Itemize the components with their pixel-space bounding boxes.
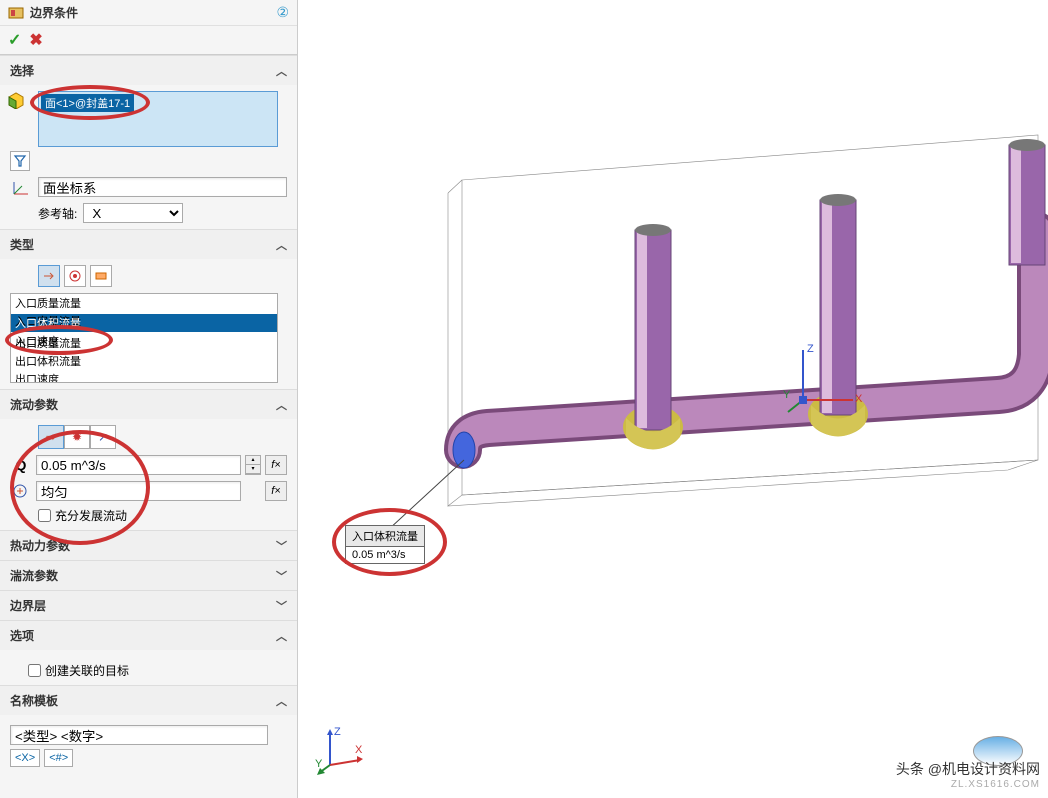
insert-type-token-button[interactable]: <X> (10, 749, 40, 767)
panel-title: 边界条件 (30, 4, 270, 21)
fx-button[interactable]: f× (265, 455, 287, 475)
fx-button[interactable]: f× (265, 481, 287, 501)
chevron-up-icon: ︿ (276, 237, 287, 253)
help-icon[interactable]: ② (276, 4, 289, 21)
section-name-header[interactable]: 名称模板 ︿ (0, 685, 297, 715)
type-item[interactable]: 出口速度 (11, 370, 277, 383)
svg-text:Y: Y (315, 758, 323, 770)
chevron-up-icon: ︿ (276, 63, 287, 79)
chevron-down-icon: ﹀ (276, 538, 287, 554)
view-triad[interactable]: Z X Y (315, 725, 365, 778)
flow-swirl-icon[interactable]: ✹ (64, 425, 90, 449)
flow-dir-normal-icon[interactable]: ⇨ (38, 425, 64, 449)
section-selection-header[interactable]: 选择 ︿ (0, 55, 297, 85)
flow-vector-icon[interactable]: ↗ (90, 425, 116, 449)
coord-system-input[interactable] (38, 177, 287, 197)
section-flow-header[interactable]: 流动参数 ︿ (0, 389, 297, 419)
q-label: Q (10, 457, 32, 473)
watermark: 头条 @机电设计资料网 ZL.XS1616.COM (896, 759, 1040, 790)
section-turb-header[interactable]: 湍流参数 ﹀ (0, 560, 297, 590)
selected-face[interactable]: 面<1>@封盖17-1 (41, 94, 134, 112)
section-bl-header[interactable]: 边界层 ﹀ (0, 590, 297, 620)
type-icon-wall[interactable] (90, 265, 112, 287)
section-type-header[interactable]: 类型 ︿ (0, 229, 297, 259)
type-item-selected[interactable]: 入口体积流量 (11, 314, 277, 332)
chevron-up-icon: ︿ (276, 693, 287, 709)
origin-axis-gizmo: Z X Y (783, 340, 863, 423)
ok-button[interactable]: ✓ (8, 30, 21, 50)
create-target-checkbox[interactable] (28, 664, 41, 677)
section-thermo-header[interactable]: 热动力参数 ﹀ (0, 530, 297, 560)
type-icon-flow[interactable] (38, 265, 60, 287)
svg-text:Z: Z (807, 343, 814, 355)
ref-axis-label: 参考轴: (38, 205, 77, 222)
profile-input[interactable] (36, 481, 241, 501)
svg-text:Y: Y (783, 389, 791, 401)
type-item[interactable]: 出口体积流量 (11, 352, 277, 370)
3d-viewport[interactable]: Z X Y (298, 0, 1048, 798)
type-item[interactable]: 出口质量流量 (11, 334, 277, 352)
bc-callout: 入口体积流量 0.05 m^3/s (345, 525, 425, 564)
uniform-icon (10, 482, 32, 500)
callout-value: 0.05 m^3/s (346, 547, 424, 563)
coord-system-icon (10, 178, 32, 196)
name-template-input[interactable] (10, 725, 268, 745)
flow-rate-input[interactable] (36, 455, 241, 475)
fully-developed-checkbox[interactable] (38, 509, 51, 522)
face-select-icon (6, 91, 26, 109)
callout-title: 入口体积流量 (346, 526, 424, 547)
svg-text:Z: Z (334, 726, 341, 738)
section-options-header[interactable]: 选项 ︿ (0, 620, 297, 650)
model-render (298, 0, 1048, 798)
cancel-button[interactable]: ✖ (29, 30, 42, 50)
bc-icon (8, 5, 24, 21)
chevron-up-icon: ︿ (276, 628, 287, 644)
create-target-label: 创建关联的目标 (45, 662, 129, 679)
fully-developed-label: 充分发展流动 (55, 507, 127, 524)
chevron-up-icon: ︿ (276, 397, 287, 413)
type-list[interactable]: 入口质量流量 入口容量流量 入口体积流量 入口速度 出口质量流量 出口体积流量 … (10, 293, 278, 383)
selection-list[interactable]: 面<1>@封盖17-1 (38, 91, 278, 147)
svg-text:X: X (855, 393, 863, 405)
spinner[interactable]: ▴▾ (245, 455, 261, 475)
insert-number-token-button[interactable]: <#> (44, 749, 73, 767)
filter-button[interactable] (10, 151, 30, 171)
type-item[interactable]: 入口质量流量 (11, 294, 277, 312)
svg-text:X: X (355, 744, 363, 756)
type-icon-pressure[interactable] (64, 265, 86, 287)
chevron-down-icon: ﹀ (276, 598, 287, 614)
ref-axis-select[interactable]: X (83, 203, 183, 223)
chevron-down-icon: ﹀ (276, 568, 287, 584)
